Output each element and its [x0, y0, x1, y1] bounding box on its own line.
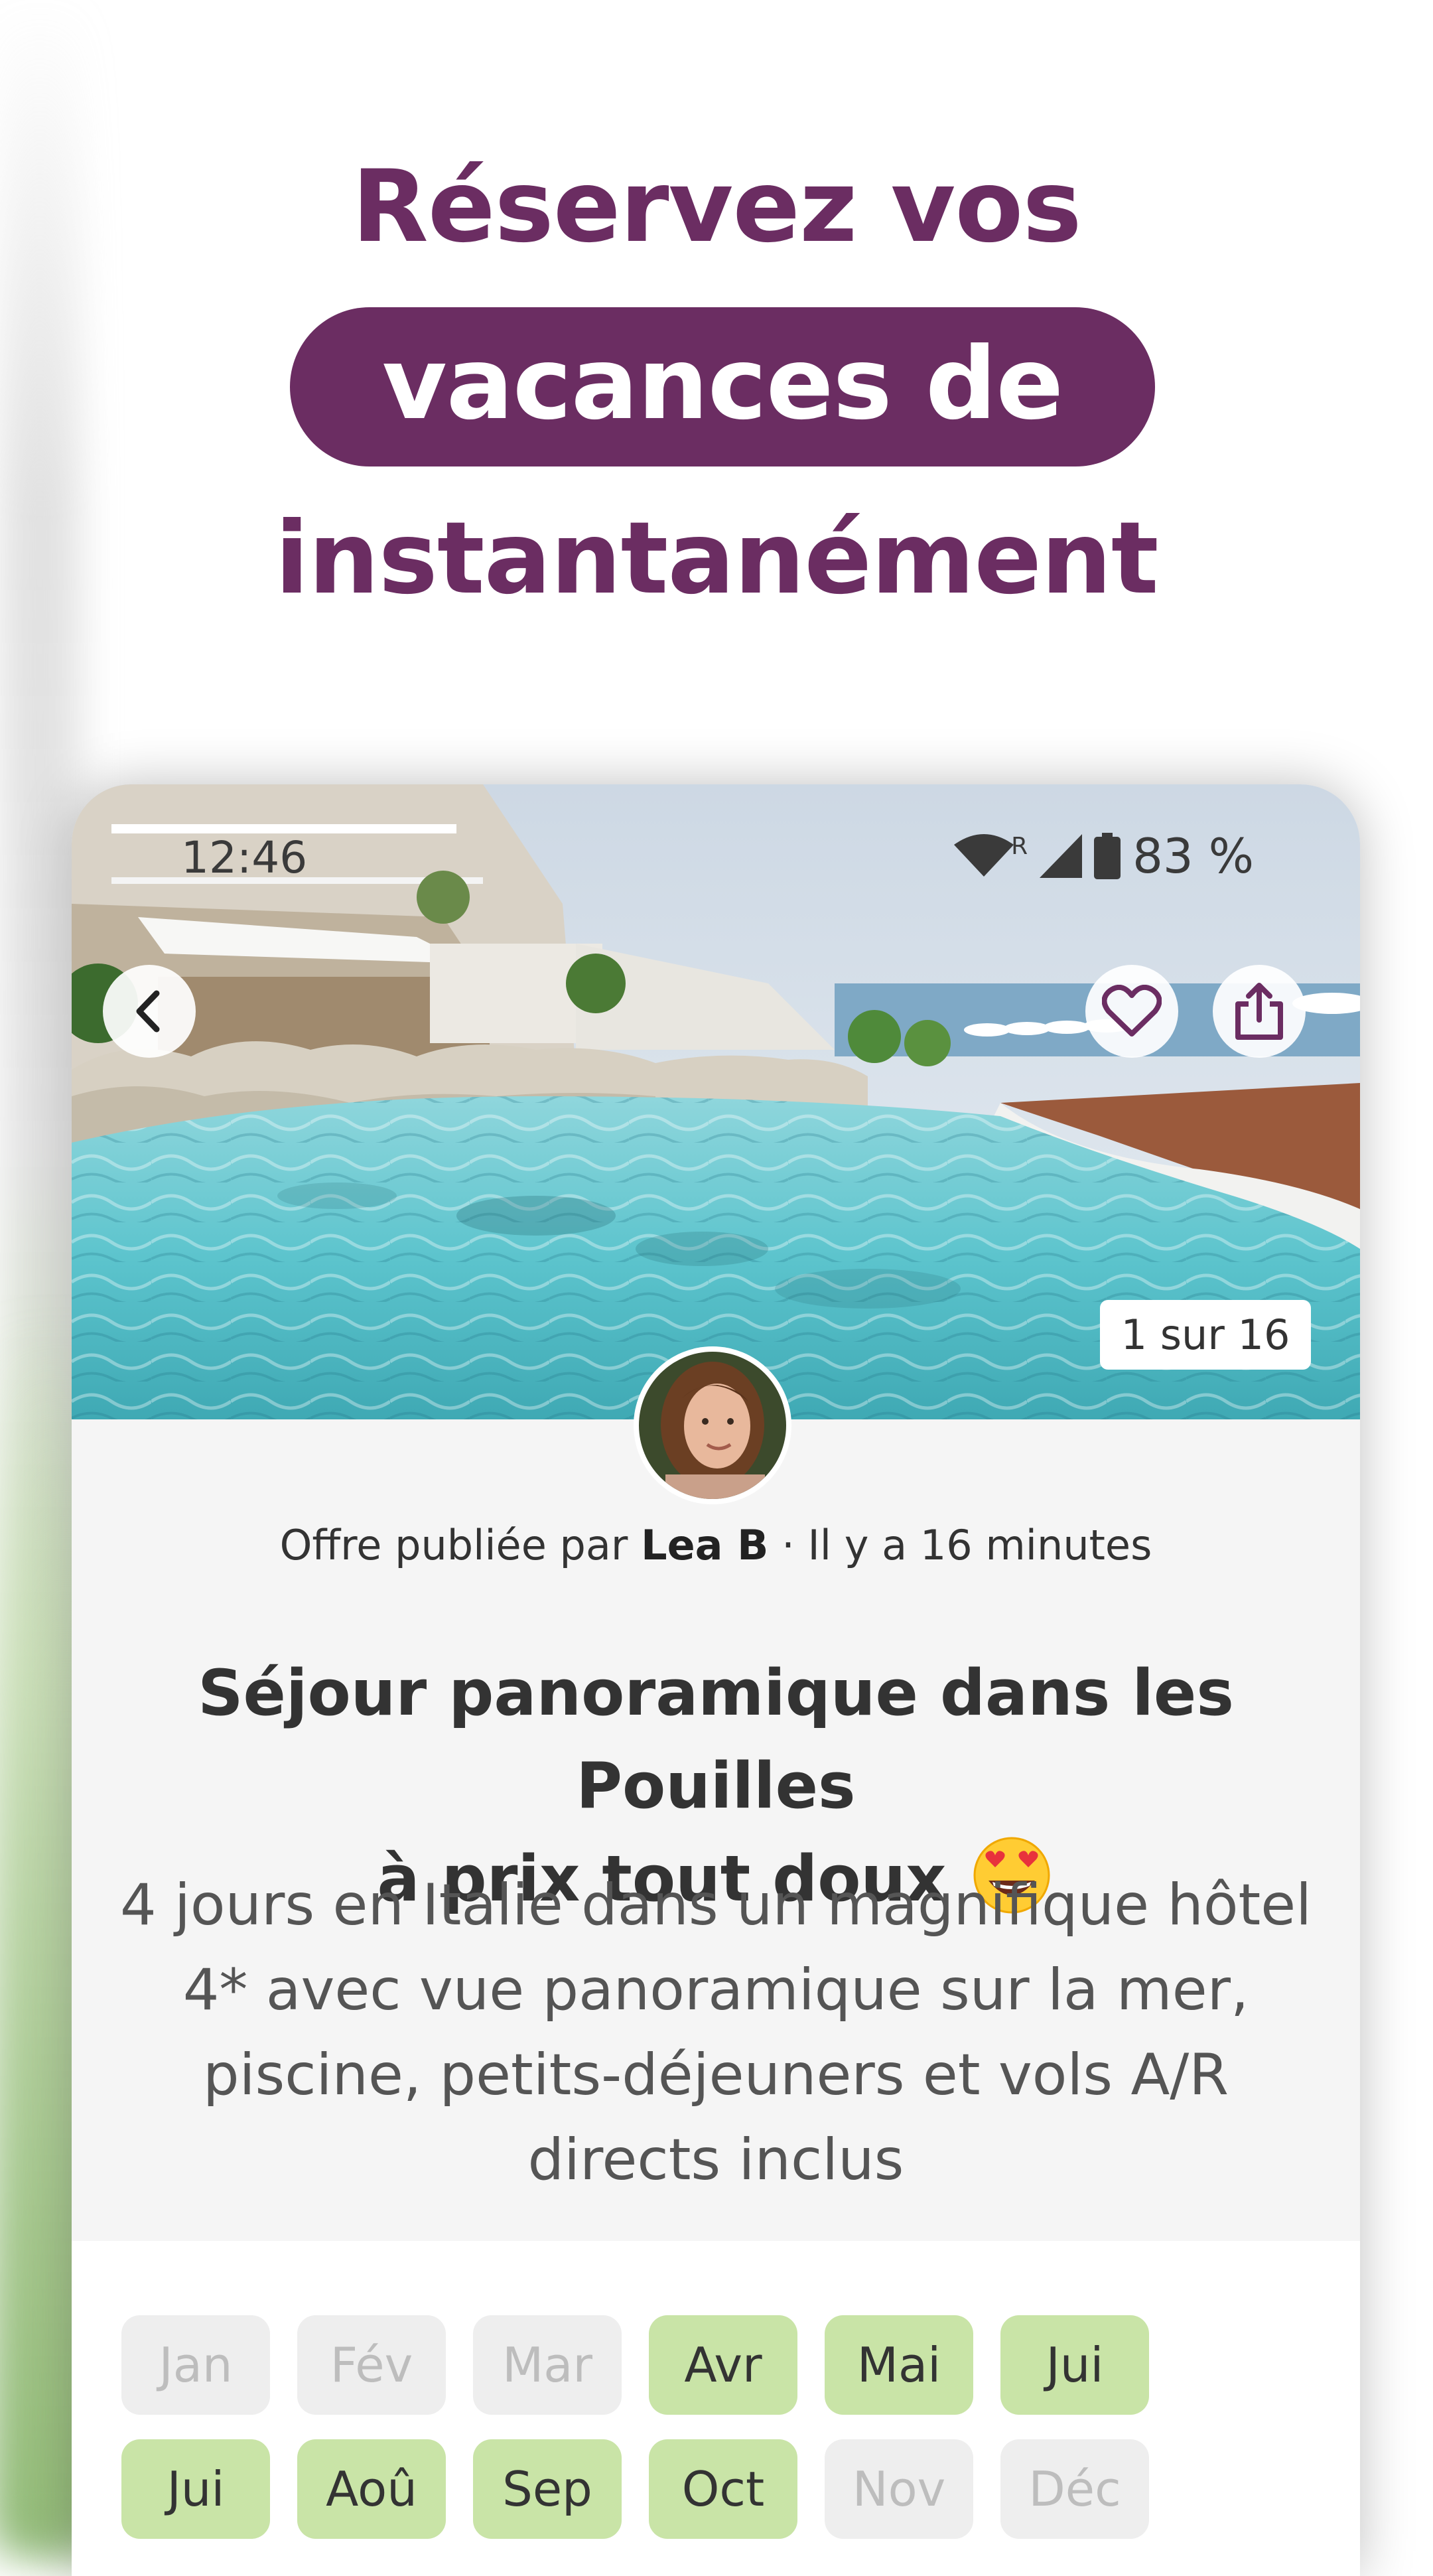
posted-prefix: Offre publiée par [279, 1521, 628, 1569]
month-chip-10[interactable]: Nov [825, 2439, 973, 2539]
month-chip-7[interactable]: Aoû [297, 2439, 446, 2539]
availability-months: Jan Fév Mar Avr Mai Jui Jui Aoû Sep Oct Nov Déc [72, 2241, 1360, 2576]
heart-icon [1102, 985, 1162, 1037]
month-chip-3[interactable]: Avr [649, 2315, 797, 2415]
offer-title-line-1: Séjour panoramique dans les Pouilles [198, 1657, 1234, 1823]
author-photo [639, 1352, 786, 1499]
month-chip-6[interactable]: Jui [121, 2439, 270, 2539]
offer-posted-info: Offre publiée par Lea B · Il y a 16 minu… [72, 1521, 1360, 1569]
month-chip-8[interactable]: Sep [473, 2439, 622, 2539]
headline-line-1: Réservez vos [352, 149, 1081, 265]
signal-icon [1040, 834, 1083, 878]
headline-highlight-pill: vacances de rêve [290, 307, 1155, 596]
month-chip-11[interactable]: Déc [1000, 2439, 1149, 2539]
back-button[interactable] [103, 965, 196, 1058]
posted-time: · Il y a 16 minutes [782, 1521, 1152, 1569]
month-chip-5[interactable]: Jui [1000, 2315, 1149, 2415]
share-button[interactable] [1213, 965, 1306, 1058]
photo-counter: 1 sur 16 [1100, 1300, 1311, 1370]
phone-mockup: 12:46 R 83 % 1 sur 16 Offre publiée par … [72, 784, 1360, 2576]
wifi-icon [954, 834, 1014, 877]
author-name[interactable]: Lea B [641, 1521, 768, 1569]
month-chip-0[interactable]: Jan [121, 2315, 270, 2415]
share-icon [1235, 983, 1283, 1040]
headline-line-3: instantanément [275, 501, 1158, 616]
battery-percentage: 83 % [1132, 828, 1254, 884]
offer-description: 4 jours en Italie dans un magnifique hôt… [119, 1872, 1312, 2193]
offer-photo[interactable]: 12:46 R 83 % 1 sur 16 [72, 784, 1360, 1419]
status-icons: R 83 % [954, 828, 1254, 884]
status-time: 12:46 [181, 832, 308, 883]
battery-icon [1094, 833, 1121, 879]
favorite-button[interactable] [1085, 965, 1178, 1058]
month-chip-4[interactable]: Mai [825, 2315, 973, 2415]
back-arrow-icon [136, 990, 160, 1033]
month-chip-9[interactable]: Oct [649, 2439, 797, 2539]
network-type-label: R [1011, 832, 1028, 860]
month-chip-1[interactable]: Fév [297, 2315, 446, 2415]
author-avatar[interactable] [639, 1352, 786, 1499]
month-chip-2[interactable]: Mar [473, 2315, 622, 2415]
